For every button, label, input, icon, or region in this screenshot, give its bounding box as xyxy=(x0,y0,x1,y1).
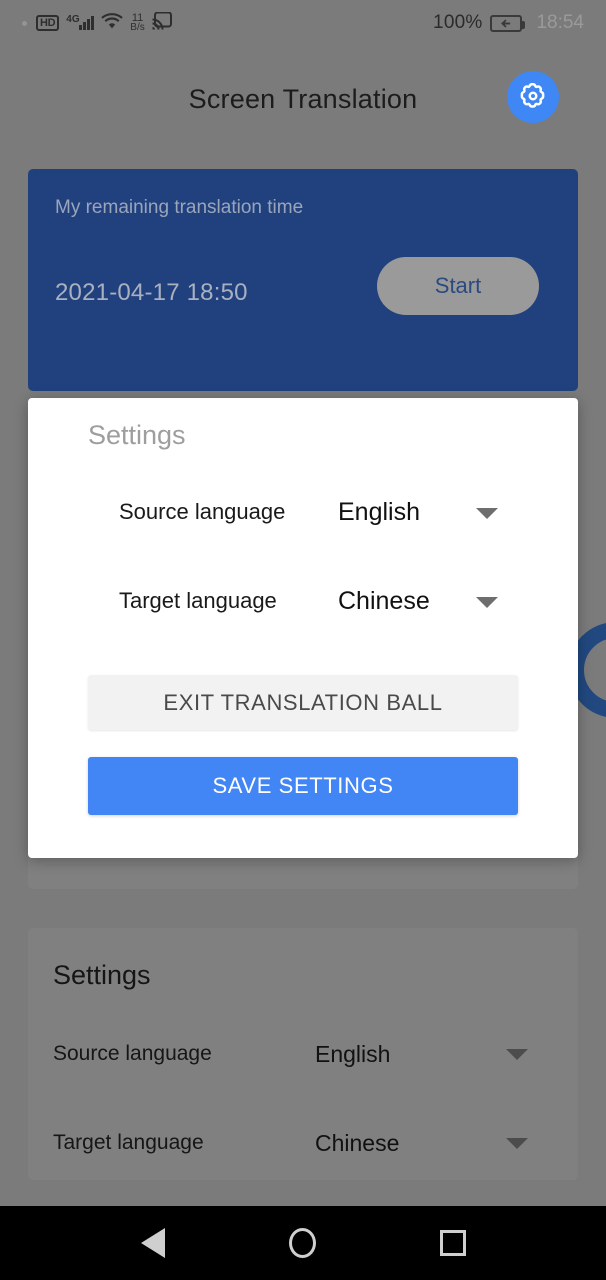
save-settings-button[interactable]: SAVE SETTINGS xyxy=(88,757,518,815)
source-language-label: Source language xyxy=(119,499,286,524)
background-source-language-row[interactable]: Source language English xyxy=(28,1034,578,1074)
background-target-language-row[interactable]: Target language Chinese xyxy=(28,1123,578,1163)
background-target-language-label: Target language xyxy=(53,1131,204,1154)
status-bar: HD 4G 11 B/s 100% 18:54 xyxy=(0,0,606,46)
page-title: Screen Translation xyxy=(188,83,418,114)
remaining-time-card: My remaining translation time 2021-04-17… xyxy=(28,169,578,391)
chevron-down-icon[interactable] xyxy=(476,597,498,608)
exit-translation-ball-button[interactable]: EXIT TRANSLATION BALL xyxy=(88,675,518,730)
gear-icon xyxy=(518,81,548,114)
home-icon[interactable] xyxy=(288,1228,316,1258)
battery-percent-label: 100% xyxy=(433,12,483,33)
notification-dot-icon xyxy=(22,20,27,26)
signal-bar xyxy=(91,16,95,30)
settings-dialog: Settings Source language English Target … xyxy=(28,398,578,858)
settings-button[interactable] xyxy=(507,71,559,123)
android-nav-bar xyxy=(0,1206,606,1280)
remaining-time-label: My remaining translation time xyxy=(55,197,304,218)
app-header: Screen Translation xyxy=(0,60,606,138)
chevron-down-icon[interactable] xyxy=(506,1137,528,1149)
data-rate-icon: 11 B/s xyxy=(130,13,144,33)
chevron-down-icon[interactable] xyxy=(476,508,498,519)
background-source-language-value: English xyxy=(315,1040,391,1067)
phone-screen: HD 4G 11 B/s 100% 18:54 Screen Translati… xyxy=(0,0,606,1280)
hd-icon: HD xyxy=(36,15,60,31)
wifi-icon xyxy=(101,12,123,34)
network-type-label: 4G xyxy=(66,14,80,25)
chevron-down-icon[interactable] xyxy=(506,1048,528,1060)
background-settings-title: Settings xyxy=(53,960,151,990)
target-language-value: Chinese xyxy=(338,587,430,615)
cast-icon xyxy=(152,11,172,35)
status-bar-right: 100% 18:54 xyxy=(433,12,584,34)
signal-bar xyxy=(87,19,91,30)
source-language-value: English xyxy=(338,498,420,526)
remaining-time-value: 2021-04-17 18:50 xyxy=(55,279,248,306)
signal-bar xyxy=(79,25,83,30)
source-language-row[interactable]: Source language English xyxy=(28,490,578,534)
background-settings-card: Settings Source language English Target … xyxy=(28,928,578,1180)
signal-bar xyxy=(83,22,87,30)
target-language-label: Target language xyxy=(119,588,277,613)
start-button[interactable]: Start xyxy=(377,257,539,315)
status-clock: 18:54 xyxy=(536,12,584,33)
data-rate-unit: B/s xyxy=(130,22,145,33)
target-language-row[interactable]: Target language Chinese xyxy=(28,579,578,623)
background-source-language-label: Source language xyxy=(53,1042,212,1065)
dialog-title: Settings xyxy=(88,420,186,450)
recents-icon[interactable] xyxy=(439,1230,466,1256)
signal-4g-icon: 4G xyxy=(66,14,95,30)
background-target-language-value: Chinese xyxy=(315,1129,400,1156)
status-bar-left: HD 4G 11 B/s xyxy=(22,11,172,35)
battery-charging-icon xyxy=(490,14,526,32)
back-icon[interactable] xyxy=(140,1228,165,1258)
